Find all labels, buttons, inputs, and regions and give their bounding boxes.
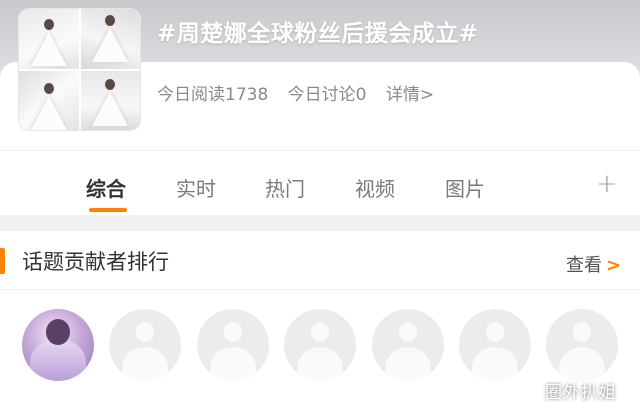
tab-images[interactable]: 图片 xyxy=(445,173,485,202)
contributor-avatar-5[interactable] xyxy=(372,309,444,381)
contributor-avatar-4[interactable] xyxy=(284,309,356,381)
tab-realtime[interactable]: 实时 xyxy=(176,173,216,202)
tab-hot[interactable]: 热门 xyxy=(265,173,305,202)
view-all-label: 查看 xyxy=(566,255,602,276)
contributor-avatar-1[interactable] xyxy=(22,309,94,381)
details-link[interactable]: 详情> xyxy=(386,85,434,105)
cover-photo-4 xyxy=(80,70,140,130)
topic-cover-image[interactable] xyxy=(19,9,140,130)
active-tab-indicator xyxy=(89,208,127,212)
cover-photo-3 xyxy=(19,70,79,130)
contributor-avatar-3[interactable] xyxy=(197,309,269,381)
section-accent-bar xyxy=(0,248,5,274)
topic-title: #周楚娜全球粉丝后援会成立# xyxy=(157,21,479,47)
contributor-avatar-7[interactable] xyxy=(546,309,618,381)
contributor-avatar-2[interactable] xyxy=(109,309,181,381)
tab-bar: 综合 实时 热门 视频 图片 + xyxy=(0,150,640,215)
tab-overview[interactable]: 综合 xyxy=(86,173,126,202)
watermark-text: 圈外扒姐 xyxy=(545,383,617,403)
today-reads: 今日阅读1738 xyxy=(157,85,269,105)
cover-photo-2 xyxy=(80,9,140,69)
cover-photo-1 xyxy=(19,9,79,69)
chevron-right-icon: > xyxy=(606,255,622,276)
contributors-title: 话题贡献者排行 xyxy=(22,250,169,274)
plus-icon[interactable]: + xyxy=(596,169,618,199)
contributor-avatar-6[interactable] xyxy=(459,309,531,381)
topic-stats: 今日阅读1738 今日讨论0 详情> xyxy=(157,80,448,105)
tab-video[interactable]: 视频 xyxy=(355,173,395,202)
section-divider xyxy=(0,289,640,290)
contributors-section: 话题贡献者排行 查看 > xyxy=(0,231,640,411)
today-discussions: 今日讨论0 xyxy=(287,85,367,105)
view-all-link[interactable]: 查看 > xyxy=(566,251,621,277)
